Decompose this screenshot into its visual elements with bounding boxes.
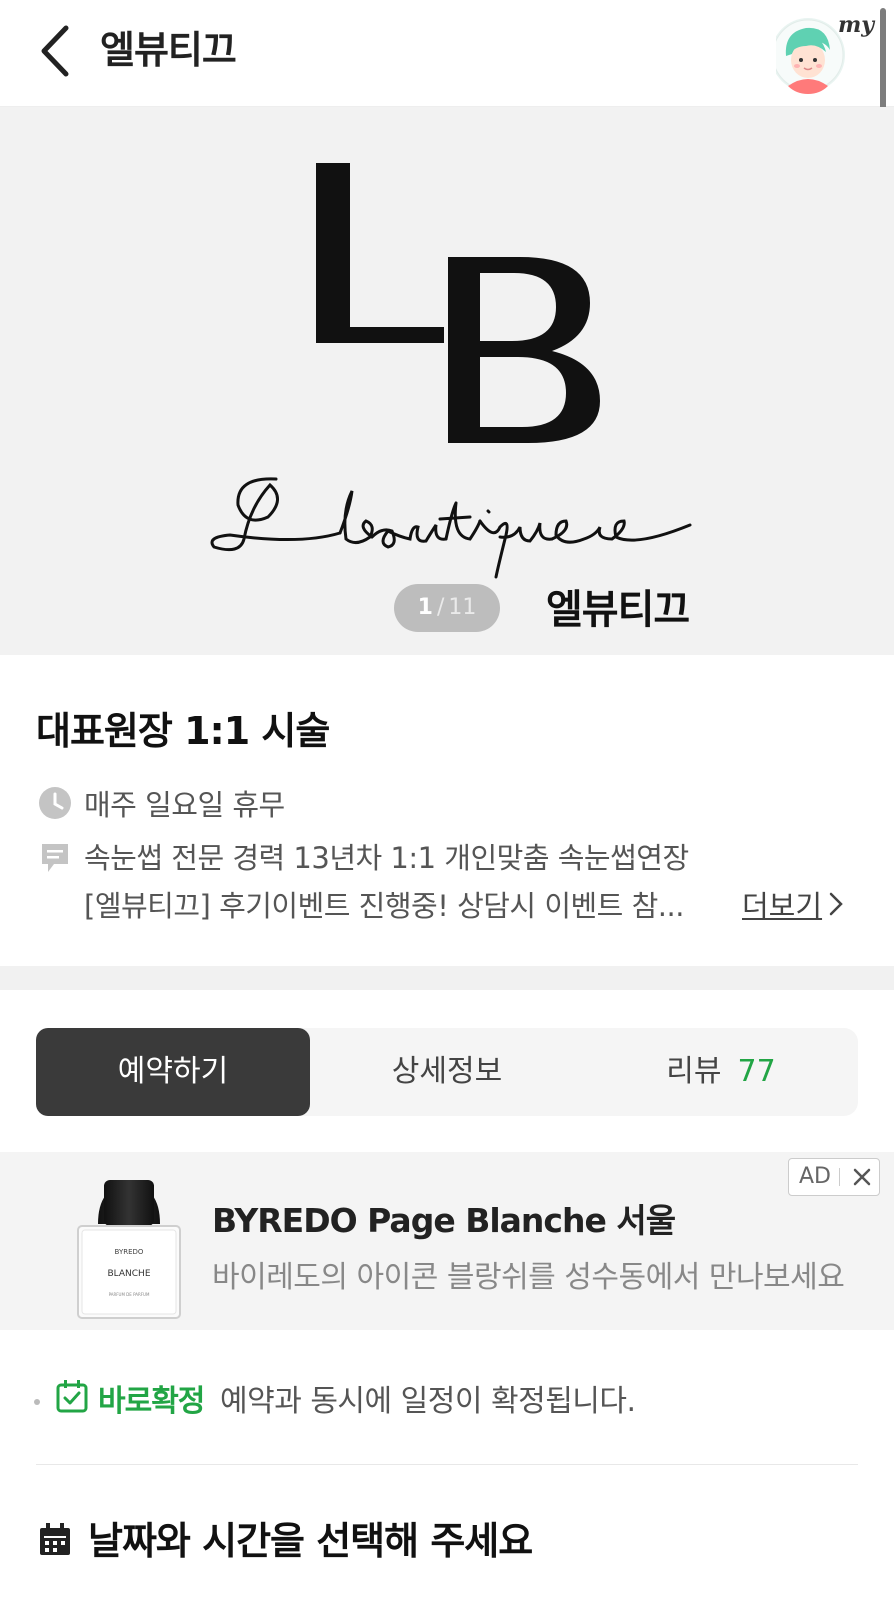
chevron-left-icon — [41, 25, 69, 77]
section-divider — [0, 966, 894, 990]
counter-total: 11 — [448, 595, 477, 620]
clock-icon — [39, 787, 71, 819]
counter-current: 1 — [417, 595, 433, 620]
ad-title[interactable]: BYREDO Page Blanche 서울 — [212, 1194, 676, 1242]
calendar-icon — [40, 1523, 70, 1555]
bullet-dot — [34, 1399, 40, 1405]
avatar: my — [771, 12, 876, 94]
service-title: 대표원장 1:1 시술 — [36, 709, 330, 753]
instant-confirm-text: 예약과 동시에 일정이 확정됩니다. — [220, 1384, 636, 1419]
calendar-check-icon — [56, 1380, 88, 1413]
tab-reserve[interactable]: 예약하기 — [36, 1028, 310, 1116]
tab-review-label: 리뷰 — [666, 1054, 722, 1089]
bottle-brand: BYREDO — [115, 1248, 144, 1256]
ad-banner[interactable]: BYREDO BLANCHE PARFUM DE PARFUM BYREDO P… — [0, 1152, 894, 1330]
date-time-heading: 날짜와 시간을 선택해 주세요 — [88, 1519, 533, 1563]
tab-bar: 예약하기 상세정보 리뷰 77 — [36, 1028, 858, 1116]
tab-detail[interactable]: 상세정보 — [310, 1028, 584, 1116]
tab-review[interactable]: 리뷰 77 — [584, 1028, 858, 1116]
shop-logo-image — [210, 163, 692, 579]
bottle-sub: PARFUM DE PARFUM — [109, 1292, 150, 1297]
close-icon[interactable] — [847, 1159, 877, 1195]
perfume-bottle-image: BYREDO BLANCHE PARFUM DE PARFUM — [77, 1180, 181, 1319]
instant-confirm-label: 바로확정 — [98, 1384, 205, 1419]
business-hours: 매주 일요일 휴무 — [84, 788, 285, 822]
divider — [36, 1464, 858, 1465]
chevron-right-icon[interactable] — [826, 890, 846, 918]
more-link[interactable]: 더보기 — [742, 883, 822, 925]
back-button[interactable] — [34, 22, 82, 80]
hero-image-carousel[interactable]: 엘뷰티끄 1/11 — [0, 107, 894, 655]
review-count-badge: 77 — [737, 1054, 776, 1089]
bottle-name: BLANCHE — [107, 1269, 150, 1279]
my-page-button[interactable]: my — [771, 10, 876, 96]
description-line-1: 속눈썹 전문 경력 13년차 1:1 개인맞춤 속눈썹연장 — [84, 841, 689, 875]
memo-icon — [42, 844, 68, 872]
description-line-2: [엘뷰티끄] 후기이벤트 진행중! 상담시 이벤트 참... — [84, 889, 684, 923]
ad-label: AD — [799, 1164, 831, 1189]
ad-badge-divider — [839, 1168, 840, 1186]
counter-separator: / — [436, 595, 445, 620]
logo-brand-text: 엘뷰티끄 — [546, 587, 690, 633]
page-title: 엘뷰티끄 — [100, 28, 237, 72]
image-page-counter: 1/11 — [394, 584, 500, 632]
ad-badge: AD — [788, 1158, 880, 1196]
ad-description[interactable]: 바이레도의 아이콘 블랑쉬를 성수동에서 만나보세요 — [212, 1252, 845, 1296]
header: 엘뷰티끄 my — [0, 0, 894, 107]
my-label: my — [838, 12, 876, 38]
